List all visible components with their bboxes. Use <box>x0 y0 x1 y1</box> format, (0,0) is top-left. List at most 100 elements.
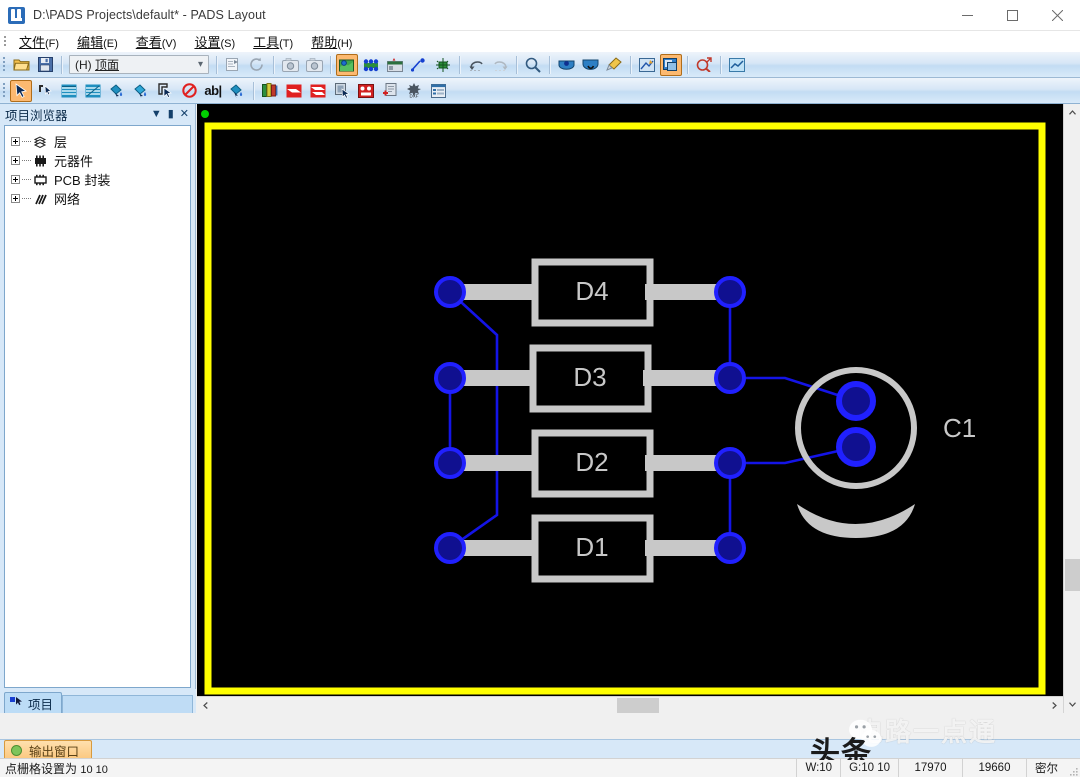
component-d1[interactable]: D1 <box>434 514 746 583</box>
vscroll-thumb[interactable] <box>1065 559 1080 591</box>
pin-icon[interactable]: ▮ <box>168 108 174 120</box>
tree-item-components[interactable]: 元器件 <box>5 151 190 170</box>
drc-red-icon[interactable] <box>355 80 377 102</box>
component-d3[interactable]: D3 <box>434 344 746 413</box>
menu-edit[interactable]: 编辑(E) <box>68 30 127 53</box>
menu-setup[interactable]: 设置(S) <box>185 30 244 53</box>
tab-output-window[interactable]: 输出窗口 <box>4 740 93 759</box>
flood-button[interactable] <box>106 80 128 102</box>
route-red-icon[interactable] <box>283 80 305 102</box>
tree-item-layers[interactable]: 层 <box>5 132 190 151</box>
dropdown-menu-icon[interactable]: ▼ <box>151 108 162 120</box>
net-highlight-icon[interactable] <box>726 54 748 76</box>
properties-button[interactable] <box>222 54 244 76</box>
query-arrow-icon[interactable] <box>693 54 715 76</box>
paint-fill-icon[interactable] <box>226 80 248 102</box>
layer-select[interactable]: (H) 顶面 ▾ <box>69 55 209 74</box>
minimize-button[interactable] <box>945 0 990 31</box>
resize-grip-icon[interactable] <box>1066 759 1080 777</box>
select-shape-button[interactable] <box>34 80 56 102</box>
maximize-button[interactable] <box>990 0 1035 31</box>
hatch-button[interactable] <box>130 80 152 102</box>
pcb-canvas[interactable]: D4 D3 D2 D1 C1 <box>197 104 1063 697</box>
menu-tools[interactable]: 工具(T) <box>244 30 302 53</box>
camera-capture-button[interactable] <box>279 54 301 76</box>
library-books-icon[interactable] <box>259 80 281 102</box>
canvas-vscrollbar[interactable] <box>1063 104 1080 713</box>
expander-plus-icon[interactable] <box>11 175 20 184</box>
camera-snapshot-button[interactable] <box>303 54 325 76</box>
decal-icon <box>31 172 51 188</box>
tree-item-components-label: 元器件 <box>54 154 94 169</box>
refresh-button[interactable] <box>246 54 268 76</box>
zoom-in-button[interactable] <box>555 54 577 76</box>
dimension-toolbar-button[interactable] <box>432 54 454 76</box>
status-message-value: 10 10 <box>80 763 108 776</box>
brush-icon[interactable] <box>603 54 625 76</box>
select-tool-button[interactable] <box>10 79 32 102</box>
expander-plus-icon[interactable] <box>11 137 20 146</box>
d3-refdes: D3 <box>573 362 606 392</box>
status-units: 密尔 <box>1026 758 1066 777</box>
design-toolbar: ab| DXF <box>0 78 1080 104</box>
menu-help[interactable]: 帮助(H) <box>302 30 361 53</box>
zoom-out-button[interactable] <box>579 54 601 76</box>
close-button[interactable] <box>1035 0 1080 31</box>
scroll-up-button[interactable] <box>1064 104 1080 121</box>
pads-icon <box>8 6 25 24</box>
chevron-down-icon: ▾ <box>197 59 203 70</box>
menu-file[interactable]: 文件(F) <box>10 30 68 53</box>
no-entry-icon[interactable] <box>178 80 200 102</box>
design-toolbar-button[interactable] <box>336 53 358 76</box>
save-file-button[interactable] <box>34 54 56 76</box>
menu-view[interactable]: 查看(V) <box>127 30 186 53</box>
route-toolbar-button[interactable] <box>408 54 430 76</box>
board-view-button[interactable] <box>660 53 682 76</box>
report-plus-icon[interactable] <box>379 80 401 102</box>
route-auto-icon[interactable] <box>307 80 329 102</box>
scroll-down-button[interactable] <box>1064 696 1080 713</box>
toolbar-separator <box>720 55 721 74</box>
main-toolbar-grip[interactable] <box>0 52 9 78</box>
undo-button[interactable] <box>465 54 487 76</box>
text-abl-icon[interactable]: ab| <box>202 80 224 102</box>
expander-plus-icon[interactable] <box>11 194 20 203</box>
main-toolbar: (H) 顶面 ▾ <box>0 52 1080 78</box>
tree-connector <box>22 141 31 142</box>
copper-pour-button[interactable] <box>58 80 80 102</box>
redo-button[interactable] <box>489 54 511 76</box>
pan-window-icon[interactable] <box>636 54 658 76</box>
close-panel-icon[interactable]: ✕ <box>180 108 189 120</box>
open-file-button[interactable] <box>10 54 32 76</box>
toolbar-separator <box>630 55 631 74</box>
menu-setup-key: (S) <box>220 37 236 50</box>
tree-item-nets[interactable]: 网络 <box>5 189 190 208</box>
hscroll-thumb[interactable] <box>617 698 659 713</box>
design-toolbar-grip[interactable] <box>0 78 9 104</box>
d4-pad-1 <box>434 276 466 308</box>
plane-area-button[interactable] <box>82 80 104 102</box>
ecad-toolbar-button[interactable] <box>360 54 382 76</box>
status-message: 点栅格设置为 10 10 <box>0 760 108 777</box>
canvas-hscrollbar[interactable] <box>197 696 1063 713</box>
tab-project-label: 项目 <box>28 697 54 712</box>
tab-output-window-label: 输出窗口 <box>29 744 80 759</box>
scroll-left-button[interactable] <box>197 697 214 714</box>
component-d2[interactable]: D2 <box>434 429 746 498</box>
tab-project[interactable]: 项目 <box>4 692 63 713</box>
drafting-toolbar-button[interactable] <box>384 54 406 76</box>
expander-plus-icon[interactable] <box>11 156 20 165</box>
origin-marker-icon <box>201 110 209 118</box>
scroll-right-button[interactable] <box>1046 697 1063 714</box>
tree-item-decals[interactable]: PCB 封装 <box>5 170 190 189</box>
statusbar: 点栅格设置为 10 10 W:10 G:10 10 17970 19660 密尔 <box>0 758 1080 777</box>
move-copy-button[interactable] <box>154 80 176 102</box>
dxf-icon[interactable]: DXF <box>403 80 425 102</box>
cluster-place-icon[interactable] <box>331 80 353 102</box>
menubar-grip[interactable] <box>0 31 10 52</box>
project-explorer-tabs: 项目 <box>0 689 196 713</box>
list-panel-icon[interactable] <box>427 80 449 102</box>
project-icon <box>10 696 24 711</box>
component-d4[interactable]: D4 <box>434 258 746 327</box>
zoom-button[interactable] <box>522 54 544 76</box>
